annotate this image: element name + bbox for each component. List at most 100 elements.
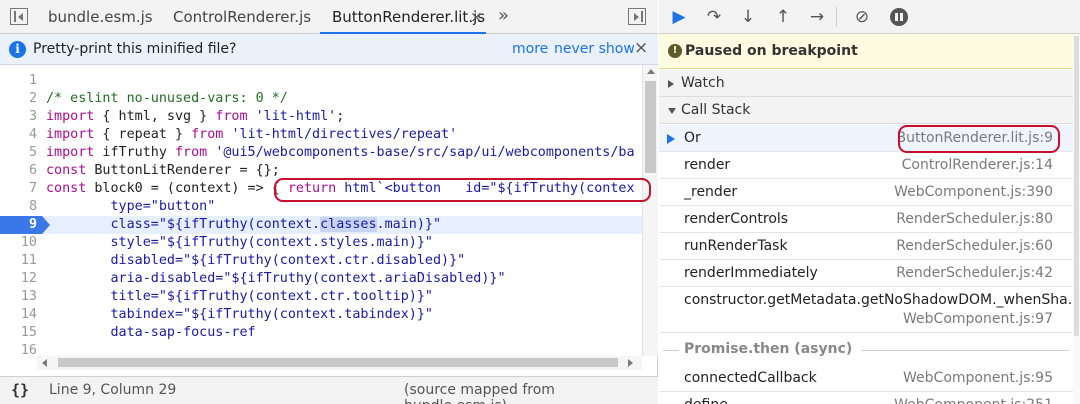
call-frame[interactable]: renderImmediately RenderScheduler.js:42 <box>659 260 1080 287</box>
pretty-print-icon[interactable]: {} <box>11 381 29 399</box>
editor-horizontal-scrollbar[interactable] <box>37 356 642 370</box>
code-line[interactable]: 11 disabled="${ifTruthy(context.ctr.disa… <box>0 252 642 270</box>
line-number[interactable]: 16 <box>0 342 37 356</box>
call-frame[interactable]: connectedCallback WebComponent.js:95 <box>659 365 1080 392</box>
code-line[interactable]: 12 aria-disabled="${ifTruthy(context.ari… <box>0 270 642 288</box>
pause-on-exceptions-icon[interactable] <box>887 5 911 29</box>
frame-location[interactable]: RenderScheduler.js:42 <box>896 265 1053 281</box>
frame-location[interactable]: WebComponent.js:251 <box>894 397 1053 404</box>
code-line[interactable]: 5 import ifTruthy from '@ui5/webcomponent… <box>0 144 642 162</box>
code-token: import <box>46 145 95 160</box>
tab-control-renderer[interactable]: ControlRenderer.js <box>173 0 311 34</box>
resume-icon[interactable]: ▶ <box>667 5 691 29</box>
step-icon[interactable]: → <box>805 5 829 29</box>
frame-location[interactable]: RenderScheduler.js:60 <box>896 238 1053 254</box>
scroll-right-icon[interactable] <box>628 359 633 367</box>
source-mapped-link[interactable]: (source mapped from bundle.esm.js) <box>404 382 658 404</box>
code-line[interactable]: 4 import { repeat } from 'lit-html/direct… <box>0 126 642 144</box>
frame-location[interactable]: WebComponent.js:390 <box>894 184 1053 200</box>
code-line[interactable]: 9 class="${ifTruthy(context.classes.main… <box>0 216 642 234</box>
frame-location[interactable]: WebComponent.js:95 <box>903 370 1053 386</box>
line-number[interactable]: 6 <box>0 162 37 180</box>
sidebar-scrollbar[interactable] <box>1073 34 1080 404</box>
code-token: tabindex="${ifTruthy(context.tabindex)}" <box>46 307 433 322</box>
close-icon[interactable]: × <box>634 38 648 58</box>
call-frame[interactable]: runRenderTask RenderScheduler.js:60 <box>659 233 1080 260</box>
scroll-left-icon[interactable] <box>42 359 47 367</box>
code-token: title="${ifTruthy(context.ctr.tooltip)}" <box>46 289 433 304</box>
infobar-message: Pretty-print this minified file? <box>33 41 237 57</box>
frame-location[interactable]: ControlRenderer.js:14 <box>902 157 1053 173</box>
separator-line <box>663 350 679 351</box>
step-into-icon[interactable]: ↓ <box>736 5 760 29</box>
code-token: .main)}" <box>376 217 442 232</box>
horizontal-scroll-thumb[interactable] <box>58 358 618 367</box>
never-show-link[interactable]: never show <box>554 41 635 57</box>
tab-button-renderer[interactable]: ButtonRenderer.lit.js <box>320 0 486 34</box>
frame-location[interactable]: ButtonRenderer.lit.js:9 <box>897 130 1054 146</box>
call-frame[interactable]: render ControlRenderer.js:14 <box>659 152 1080 179</box>
vertical-scroll-thumb[interactable] <box>645 81 656 173</box>
tab-button-renderer-label: ButtonRenderer.lit.js <box>332 8 486 26</box>
call-stack-label: Call Stack <box>681 102 751 118</box>
tab-overflow-icon[interactable]: » <box>498 0 509 32</box>
frame-function: define <box>684 397 728 404</box>
tab-bundle-esm[interactable]: bundle.esm.js <box>48 0 153 34</box>
info-icon: i <box>9 41 26 58</box>
code-text: class="${ifTruthy(context.classes.main)}… <box>46 216 441 234</box>
code-line[interactable]: 16 <box>0 342 642 356</box>
code-line[interactable]: 3 import { html, svg } from 'lit-html'; <box>0 108 642 126</box>
toggle-debugger-icon[interactable] <box>628 8 646 25</box>
line-number[interactable]: 13 <box>0 288 37 306</box>
devtools-sources-panel: bundle.esm.js ControlRenderer.js ButtonR… <box>0 0 1080 404</box>
code-line[interactable]: 10 style="${ifTruthy(context.styles.main… <box>0 234 642 252</box>
code-line[interactable]: 8 type="button" <box>0 198 642 216</box>
code-line[interactable]: 2 /* eslint no-unused-vars: 0 */ <box>0 90 642 108</box>
line-number[interactable]: 7 <box>0 180 37 198</box>
code-line[interactable]: 6 const ButtonLitRenderer = {}; <box>0 162 642 180</box>
code-token: 'lit-html/directives/repeat' <box>231 127 458 142</box>
code-line[interactable]: 15 data-sap-focus-ref <box>0 324 642 342</box>
step-out-icon[interactable]: ↑ <box>771 5 795 29</box>
deactivate-breakpoints-icon[interactable]: ⊘ <box>850 5 874 29</box>
scroll-up-icon[interactable] <box>647 69 655 74</box>
line-number[interactable]: 9 <box>0 216 37 234</box>
line-number[interactable]: 1 <box>0 72 37 90</box>
call-frame[interactable]: define WebComponent.js:251 <box>659 392 1080 404</box>
watch-section-header[interactable]: Watch <box>659 70 1080 97</box>
step-over-icon[interactable]: ↷ <box>702 5 726 29</box>
code-editor[interactable]: 1 2 /* eslint no-unused-vars: 0 */ 3 import … <box>0 65 642 356</box>
line-number[interactable]: 11 <box>0 252 37 270</box>
frame-function: render <box>684 157 731 173</box>
call-frame[interactable]: renderControls RenderScheduler.js:80 <box>659 206 1080 233</box>
code-line[interactable]: 1 <box>0 72 642 90</box>
code-line[interactable]: 13 title="${ifTruthy(context.ctr.tooltip… <box>0 288 642 306</box>
frame-location[interactable]: WebComponent.js:97 <box>903 311 1053 327</box>
code-text: const block0 = (context) => { return htm… <box>46 180 635 198</box>
call-frame[interactable]: Or ButtonRenderer.lit.js:9 <box>659 125 1080 152</box>
line-number[interactable]: 14 <box>0 306 37 324</box>
sidebar-scroll-thumb[interactable] <box>1074 36 1079 336</box>
toggle-navigator-icon[interactable] <box>10 8 28 25</box>
tab-close-icon[interactable]: × <box>470 0 483 34</box>
frame-location[interactable]: RenderScheduler.js:80 <box>896 211 1053 227</box>
line-number[interactable]: 15 <box>0 324 37 342</box>
more-link[interactable]: more <box>512 41 548 57</box>
line-number[interactable]: 8 <box>0 198 37 216</box>
call-stack-section-header[interactable]: Call Stack <box>659 97 1080 124</box>
line-number[interactable]: 10 <box>0 234 37 252</box>
line-number[interactable]: 4 <box>0 126 37 144</box>
code-line[interactable]: 14 tabindex="${ifTruthy(context.tabindex… <box>0 306 642 324</box>
call-frame[interactable]: constructor.getMetadata.getNoShadowDOM._… <box>659 287 1080 333</box>
paused-banner: ! Paused on breakpoint <box>659 34 1080 69</box>
line-number[interactable]: 5 <box>0 144 37 162</box>
frame-function: renderImmediately <box>684 265 818 281</box>
code-line[interactable]: 7 const block0 = (context) => { return ht… <box>0 180 642 198</box>
paused-icon: ! <box>668 44 682 58</box>
editor-vertical-scrollbar[interactable] <box>642 65 658 356</box>
call-frame[interactable]: _render WebComponent.js:390 <box>659 179 1080 206</box>
line-number[interactable]: 12 <box>0 270 37 288</box>
line-number[interactable]: 2 <box>0 90 37 108</box>
line-number[interactable]: 3 <box>0 108 37 126</box>
